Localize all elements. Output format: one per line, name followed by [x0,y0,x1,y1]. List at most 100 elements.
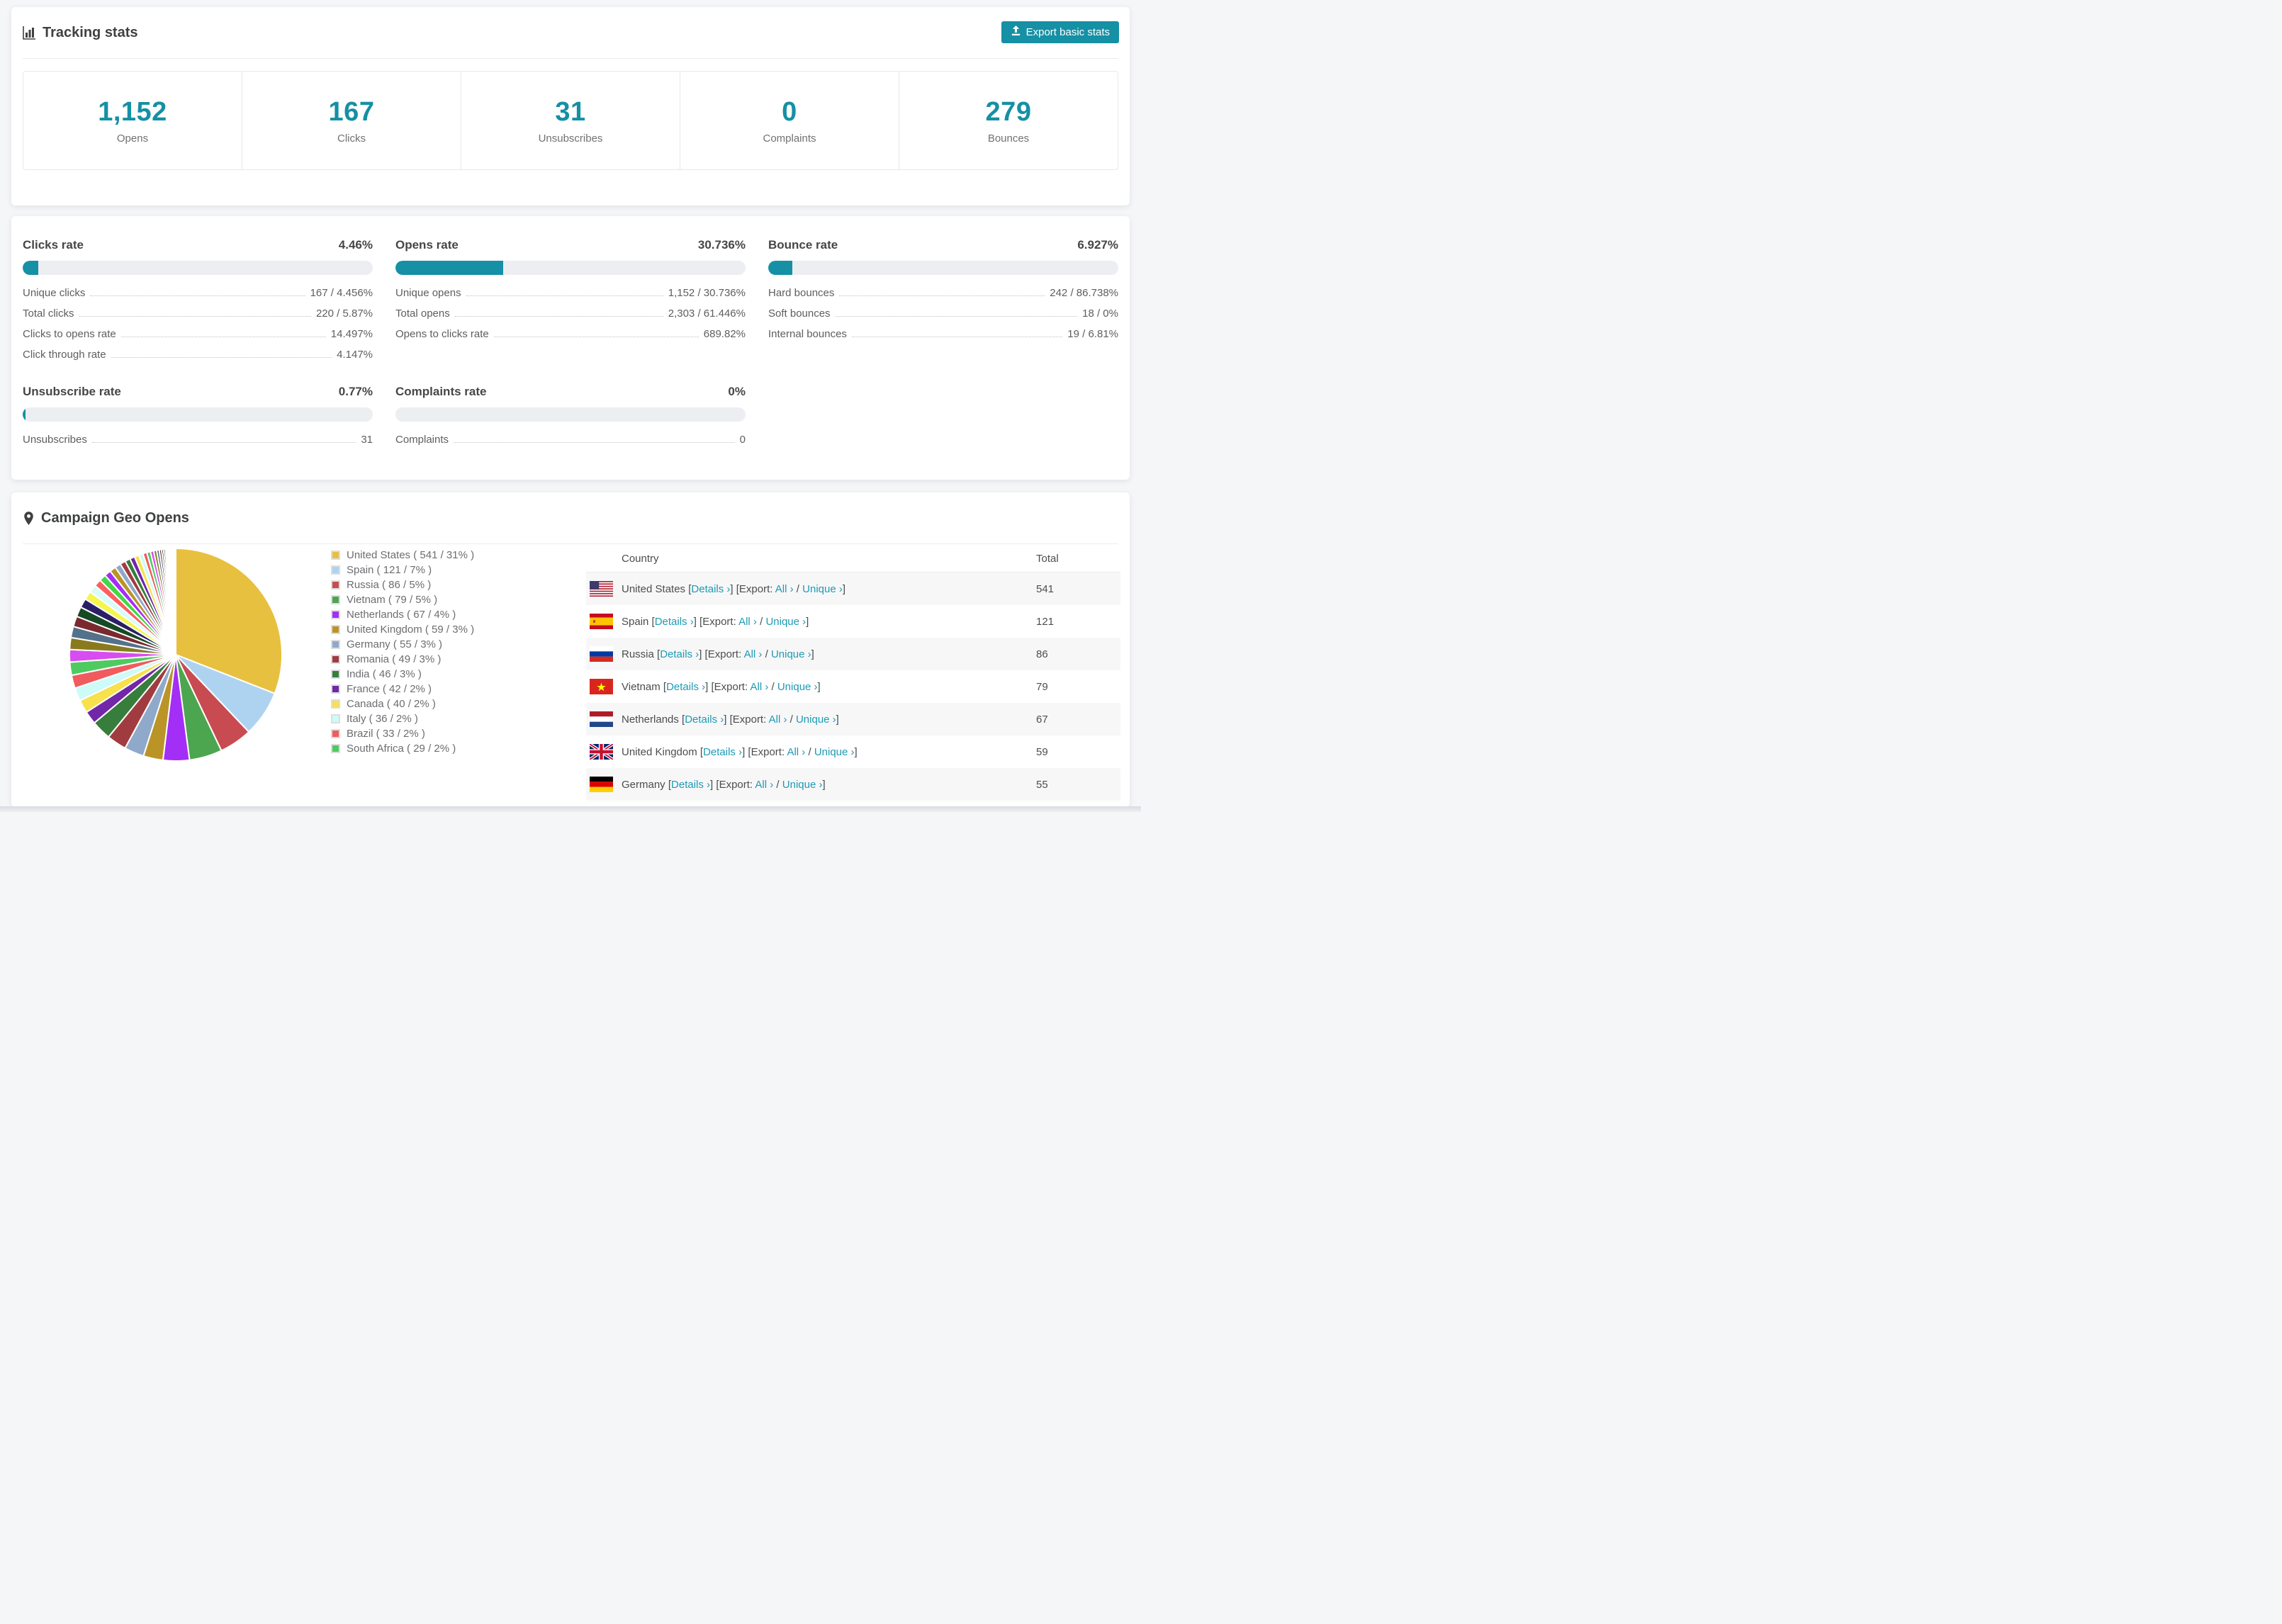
export-unique-link[interactable]: Unique › [765,616,806,628]
legend-label: United Kingdom ( 59 / 3% ) [347,624,475,636]
metric-row: Click through rate 4.147% [23,349,373,369]
legend-item: Canada ( 40 / 2% ) [331,697,474,711]
details-link[interactable]: Details › [655,616,694,628]
stat-clicks: 167 Clicks [242,72,461,169]
dotted-leader [79,316,311,317]
legend-swatch [331,640,340,649]
export-all-link[interactable]: All › [744,648,763,660]
legend-label: Russia ( 86 / 5% ) [347,579,432,591]
geo-table-header: Country Total [586,548,1120,569]
legend-label: Germany ( 55 / 3% ) [347,638,443,650]
legend-item: Brazil ( 33 / 2% ) [331,726,474,741]
stat-value: 167 [328,96,375,127]
legend-label: United States ( 541 / 31% ) [347,549,475,561]
details-link[interactable]: Details › [703,746,742,758]
geo-title: Campaign Geo Opens [23,510,189,526]
legend-label: Romania ( 49 / 3% ) [347,653,442,665]
dotted-leader [111,357,332,358]
metric-label: Total clicks [23,308,74,320]
metric-label: Total opens [395,308,450,320]
country-cell: Russia [Details ›] [Export: All › / Uniq… [622,648,814,660]
legend-swatch [331,729,340,738]
legend-item: Vietnam ( 79 / 5% ) [331,592,474,607]
tracking-stats-header: Tracking stats Export basic stats [11,7,1130,58]
unsubscribe-rate-block: Unsubscribe rate 0.77% Unsubscribes 31 [23,385,373,454]
export-all-link[interactable]: All › [750,681,768,693]
metric-label: Hard bounces [768,287,835,299]
dotted-leader [454,316,663,317]
country-row-nl: Netherlands [Details ›] [Export: All › /… [586,703,1120,735]
export-all-link[interactable]: All › [787,746,805,758]
legend-swatch [331,580,340,590]
metric-value: 14.497% [330,328,373,340]
export-label: Export: [738,582,775,595]
details-link[interactable]: Details › [666,681,705,693]
export-basic-stats-button[interactable]: Export basic stats [1001,21,1119,43]
legend-swatch [331,744,340,753]
metric-label: Unique opens [395,287,461,299]
legend-label: India ( 46 / 3% ) [347,668,422,680]
dotted-leader [91,442,356,443]
country-cell: United States [Details ›] [Export: All ›… [622,582,846,595]
metric-value: 19 / 6.81% [1067,328,1118,340]
stat-value: 1,152 [98,96,167,127]
bounce-rate-block: Bounce rate 6.927% Hard bounces 242 / 86.… [768,238,1118,369]
stat-unsubscribes: 31 Unsubscribes [461,72,680,169]
export-unique-link[interactable]: Unique › [796,714,836,726]
header-divider [23,58,1118,59]
details-link[interactable]: Details › [671,779,710,791]
export-all-link[interactable]: All › [738,616,757,628]
metric-label: Click through rate [23,349,106,361]
country-cell: Spain [Details ›] [Export: All › / Uniqu… [622,615,809,628]
details-link[interactable]: Details › [660,648,699,660]
legend-item: United States ( 541 / 31% ) [331,548,474,563]
country-cell: United Kingdom [Details ›] [Export: All … [622,745,858,758]
legend-label: Italy ( 36 / 2% ) [347,713,418,725]
es-flag-icon [590,614,613,629]
stat-label: Bounces [987,132,1030,145]
total-cell: 86 [1036,648,1048,660]
export-all-link[interactable]: All › [755,779,773,791]
export-unique-link[interactable]: Unique › [782,779,823,791]
geo-country-table: Country Total United States [Details ›] … [586,548,1120,801]
export-unique-link[interactable]: Unique › [802,583,843,595]
export-unique-link[interactable]: Unique › [771,648,811,660]
metric-row: Total clicks 220 / 5.87% [23,308,373,328]
page-title: Tracking stats [23,25,138,41]
details-link[interactable]: Details › [685,714,724,726]
legend-label: Vietnam ( 79 / 5% ) [347,594,438,606]
legend-label: Brazil ( 33 / 2% ) [347,728,425,740]
metric-row: Total opens 2,303 / 61.446% [395,308,746,328]
dotted-leader [90,295,305,296]
legend-item: Romania ( 49 / 3% ) [331,652,474,667]
export-unique-link[interactable]: Unique › [814,746,855,758]
metric-label: Opens to clicks rate [395,328,489,340]
country-cell: Netherlands [Details ›] [Export: All › /… [622,713,839,726]
rates-card: Clicks rate 4.46% Unique clicks 167 / 4.4… [11,216,1130,480]
legend-item: Spain ( 121 / 7% ) [331,563,474,577]
export-all-link[interactable]: All › [775,583,794,595]
legend-swatch [331,714,340,723]
dotted-leader [454,442,735,443]
stat-value: 0 [782,96,797,127]
metric-value: 31 [361,434,373,446]
country-column-header: Country [622,552,659,565]
campaign-geo-opens-card: Campaign Geo Opens United States ( 541 /… [11,492,1130,807]
legend-swatch [331,699,340,709]
export-all-link[interactable]: All › [769,714,787,726]
bounce-rate-value: 6.927% [1077,238,1118,252]
unsubscribe-rate-title: Unsubscribe rate [23,385,121,398]
legend-item: Netherlands ( 67 / 4% ) [331,607,474,622]
tracking-stats-card: Tracking stats Export basic stats 1,152 O… [11,7,1130,205]
metric-value: 2,303 / 61.446% [668,308,746,320]
total-cell: 79 [1036,680,1048,693]
export-unique-link[interactable]: Unique › [777,681,818,693]
vn-flag-icon [590,679,613,694]
clicks-rate-block: Clicks rate 4.46% Unique clicks 167 / 4.4… [23,238,373,369]
metric-row: Complaints 0 [395,434,746,454]
export-icon [1011,26,1021,39]
details-link[interactable]: Details › [691,583,730,595]
opens-rate-value: 30.736% [697,238,746,252]
metric-row: Hard bounces 242 / 86.738% [768,287,1118,308]
metric-value: 242 / 86.738% [1050,287,1118,299]
